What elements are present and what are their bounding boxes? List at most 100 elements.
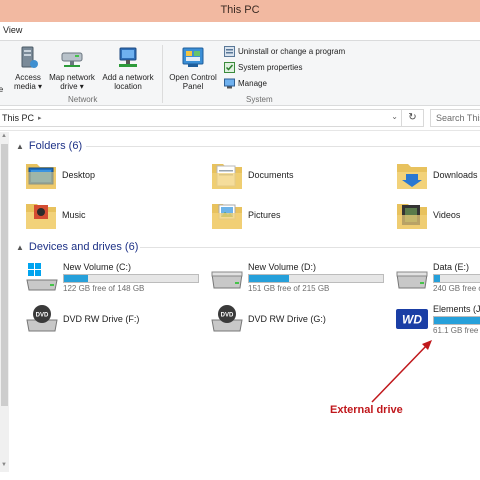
devices-header-label: Devices and drives (6) <box>28 241 139 253</box>
drive-usage-fill <box>434 317 480 324</box>
dvd-drive-icon: DVD <box>209 304 245 336</box>
folders-section-header[interactable]: ▲ Folders (6) <box>16 140 82 152</box>
collapse-chevron-icon[interactable]: ▲ <box>16 243 24 252</box>
uninstall-program-label: Uninstall or change a program <box>238 46 346 56</box>
hard-drive-icon <box>209 262 245 294</box>
folder-name: Desktop <box>62 170 96 180</box>
drive-usage-fill <box>249 275 290 282</box>
drive-usage-fill <box>64 275 89 282</box>
folder-name: Pictures <box>248 210 281 220</box>
section-divider <box>86 146 480 147</box>
drive-name: Elements (J:) <box>433 304 480 314</box>
control-panel-icon <box>180 45 206 71</box>
address-bar[interactable]: This PC ▸ ⌄ <box>0 109 402 127</box>
folder-desktop[interactable]: Desktop <box>24 160 184 200</box>
scrollbar-thumb[interactable] <box>1 144 8 406</box>
folder-documents[interactable]: Documents <box>210 160 370 200</box>
videos-folder-icon <box>395 200 429 232</box>
folder-name: Music <box>62 210 86 220</box>
dvd-drive-icon: DVD <box>24 304 60 336</box>
svg-text:DVD: DVD <box>36 313 49 319</box>
drive-usage-bar <box>433 316 480 325</box>
annotation-label: External drive <box>330 404 403 416</box>
ribbon-separator <box>162 45 163 103</box>
folder-music[interactable]: Music <box>24 200 184 240</box>
program-list-icon <box>224 45 235 57</box>
manage-button[interactable]: Manage <box>224 76 267 90</box>
documents-folder-icon <box>210 160 244 192</box>
access-media-label: Access media ▾ <box>13 73 43 91</box>
folders-header-label: Folders (6) <box>28 140 83 152</box>
cutoff-button: e <box>0 85 4 94</box>
drive-name: DVD RW Drive (F:) <box>63 314 140 324</box>
uninstall-program-button[interactable]: Uninstall or change a program <box>224 44 345 58</box>
drive-free-space: 151 GB free of 215 GB <box>248 284 330 293</box>
folder-pictures[interactable]: Pictures <box>210 200 370 240</box>
folder-name: Videos <box>433 210 461 220</box>
search-input[interactable]: Search This <box>430 109 480 127</box>
drive-e[interactable]: Data (E:) 240 GB free o <box>394 262 480 302</box>
drive-name: New Volume (D:) <box>248 262 317 272</box>
downloads-folder-icon <box>395 160 429 192</box>
drive-d[interactable]: New Volume (D:) 151 GB free of 215 GB <box>209 262 384 302</box>
scroll-down-icon[interactable]: ▼ <box>1 462 7 468</box>
folder-name: Documents <box>248 170 294 180</box>
open-control-panel-label: Open Control Panel <box>169 73 217 91</box>
window-title: This PC <box>220 4 260 16</box>
drive-usage-fill <box>434 275 440 282</box>
breadcrumb[interactable]: This PC <box>2 113 34 123</box>
folder-videos[interactable]: Videos <box>395 200 480 240</box>
network-drive-icon <box>59 45 85 71</box>
devices-section-header[interactable]: ▲ Devices and drives (6) <box>16 241 138 253</box>
content-pane: ▲ ▼ ▲ Folders (6) Desktop Documents Down… <box>0 132 480 480</box>
folder-name: Downloads <box>433 170 478 180</box>
drive-usage-bar <box>248 274 384 283</box>
drive-usage-bar <box>63 274 199 283</box>
svg-text:DVD: DVD <box>221 313 234 319</box>
svg-text:WD: WD <box>402 313 422 327</box>
access-media-button[interactable]: Access media ▾ <box>10 45 46 91</box>
desktop-folder-icon <box>24 160 58 192</box>
folder-downloads[interactable]: Downloads <box>395 160 480 200</box>
drive-usage-bar <box>433 274 480 283</box>
drive-g[interactable]: DVD DVD RW Drive (G:) <box>209 304 384 344</box>
refresh-button[interactable]: ↻ <box>402 109 424 127</box>
drive-free-space: 240 GB free o <box>433 284 480 293</box>
computer-management-icon <box>224 78 235 89</box>
check-shield-icon <box>224 61 235 73</box>
refresh-icon: ↻ <box>408 112 417 123</box>
network-location-icon <box>115 45 141 71</box>
drive-f[interactable]: DVD DVD RW Drive (F:) <box>24 304 199 344</box>
tab-view[interactable]: View <box>3 25 22 35</box>
network-group-label: Network <box>68 95 98 104</box>
map-network-drive-button[interactable]: Map network drive ▾ <box>46 45 98 91</box>
system-group-label: System <box>246 95 273 104</box>
system-properties-label: System properties <box>238 62 303 72</box>
collapse-chevron-icon[interactable]: ▲ <box>16 142 24 151</box>
drive-free-space: 61.1 GB free o <box>433 326 480 335</box>
system-properties-button[interactable]: System properties <box>224 60 302 74</box>
pictures-folder-icon <box>210 200 244 232</box>
add-network-location-button[interactable]: Add a network location <box>98 45 158 91</box>
music-folder-icon <box>24 200 58 232</box>
section-divider <box>140 247 480 248</box>
title-bar: This PC <box>0 0 480 22</box>
map-network-drive-label: Map network drive ▾ <box>49 73 95 91</box>
drive-name: DVD RW Drive (G:) <box>248 314 326 324</box>
address-dropdown-icon[interactable]: ⌄ <box>391 112 398 121</box>
annotation-arrow <box>371 340 432 403</box>
add-network-location-label: Add a network location <box>102 73 154 91</box>
manage-label: Manage <box>238 78 267 88</box>
navigation-bar: This PC ▸ ⌄ ↻ Search This <box>0 106 480 131</box>
open-control-panel-button[interactable]: Open Control Panel <box>166 45 220 91</box>
scroll-up-icon[interactable]: ▲ <box>1 133 7 139</box>
drive-c[interactable]: New Volume (C:) 122 GB free of 148 GB <box>24 262 199 302</box>
ribbon: e Access media ▾ Map network drive ▾ Add… <box>0 40 480 106</box>
hard-drive-icon <box>394 262 430 294</box>
breadcrumb-chevron-icon[interactable]: ▸ <box>38 114 42 122</box>
drive-name: New Volume (C:) <box>63 262 132 272</box>
ribbon-tabs: View <box>0 22 480 40</box>
vertical-scrollbar[interactable]: ▲ ▼ <box>0 132 9 472</box>
drive-free-space: 122 GB free of 148 GB <box>63 284 145 293</box>
system-drive-icon <box>24 262 60 294</box>
